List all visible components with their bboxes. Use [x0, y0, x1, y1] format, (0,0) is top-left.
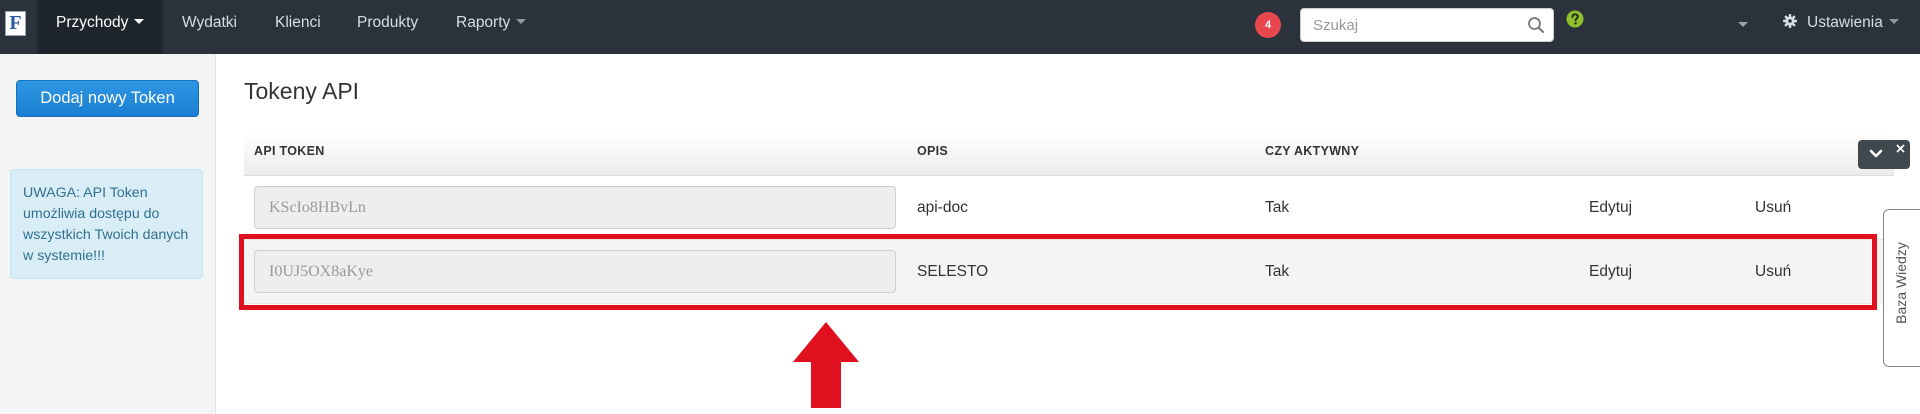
- warning-alert: UWAGA: API Token umożliwia dostępu do ws…: [10, 169, 203, 279]
- token-description: api-doc: [917, 199, 968, 216]
- notification-badge[interactable]: 4: [1255, 12, 1281, 38]
- add-token-button[interactable]: Dodaj nowy Token: [16, 80, 199, 117]
- column-header-czy-aktywny: CZY AKTYWNY: [1265, 144, 1360, 158]
- token-active-status: Tak: [1265, 199, 1290, 216]
- user-menu-chevron-icon[interactable]: [1738, 22, 1748, 27]
- table-row: api-doc Tak Edytuj Usuń: [244, 176, 1894, 240]
- knowledge-base-label: Baza Wiedzy: [1893, 242, 1909, 324]
- panel-toggle-button[interactable]: [1858, 140, 1910, 169]
- nav-item-label: Klienci: [275, 14, 321, 31]
- knowledge-base-tab[interactable]: Baza Wiedzy: [1883, 209, 1920, 367]
- chevron-down-icon: [134, 19, 145, 25]
- api-token-field[interactable]: [254, 250, 896, 293]
- gear-icon: [1783, 14, 1797, 29]
- nav-item-label: Przychody: [56, 14, 129, 31]
- search-input[interactable]: [1301, 9, 1521, 41]
- nav-item-label: Raporty: [456, 14, 511, 31]
- nav-item-label: Wydatki: [182, 14, 237, 31]
- app-logo[interactable]: F: [5, 11, 26, 36]
- edit-token-link[interactable]: Edytuj: [1589, 240, 1632, 304]
- top-navbar: F Przychody Wydatki Klienci Produkty Rap…: [0, 0, 1920, 54]
- settings-menu[interactable]: Ustawienia: [1783, 0, 1899, 46]
- page-title: Tokeny API: [244, 78, 360, 104]
- table-header: API TOKEN OPIS CZY AKTYWNY: [244, 133, 1894, 176]
- table-row: SELESTO Tak Edytuj Usuń: [244, 240, 1894, 304]
- token-active-status: Tak: [1265, 263, 1290, 280]
- help-icon[interactable]: [1566, 10, 1584, 28]
- nav-item-produkty[interactable]: Produkty: [357, 0, 418, 54]
- search-box: [1300, 8, 1554, 42]
- chevron-down-icon: [1888, 19, 1899, 25]
- delete-token-link[interactable]: Usuń: [1755, 240, 1791, 304]
- api-token-field[interactable]: [254, 186, 896, 229]
- settings-label: Ustawienia: [1807, 14, 1883, 31]
- chevron-down-icon: [516, 19, 527, 25]
- nav-item-label: Produkty: [357, 14, 419, 31]
- delete-token-link[interactable]: Usuń: [1755, 176, 1791, 240]
- edit-token-link[interactable]: Edytuj: [1589, 176, 1632, 240]
- nav-item-przychody[interactable]: Przychody: [37, 0, 164, 54]
- chevron-down-icon: [1869, 149, 1883, 158]
- nav-item-raporty[interactable]: Raporty: [456, 0, 527, 54]
- nav-item-klienci[interactable]: Klienci: [275, 0, 321, 54]
- nav-item-wydatki[interactable]: Wydatki: [182, 0, 237, 54]
- sidebar: Dodaj nowy Token UWAGA: API Token umożli…: [0, 54, 216, 414]
- red-up-arrow-annotation: [793, 322, 859, 408]
- column-header-api-token: API TOKEN: [254, 144, 325, 158]
- column-header-opis: OPIS: [917, 144, 949, 158]
- token-description: SELESTO: [917, 263, 989, 280]
- close-icon[interactable]: [1896, 144, 1905, 153]
- search-icon[interactable]: [1527, 16, 1545, 34]
